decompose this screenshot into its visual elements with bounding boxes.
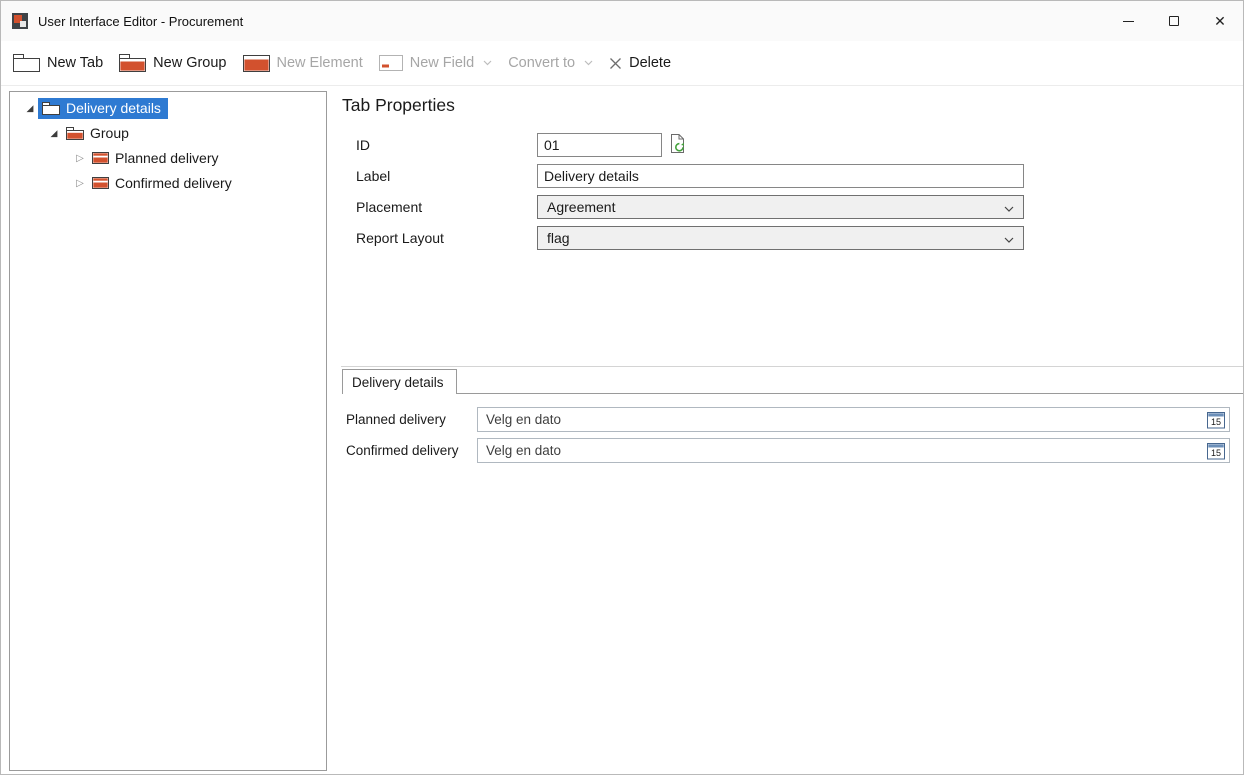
new-field-dropdown-icon: [483, 60, 492, 66]
convert-to-button: Convert to: [508, 55, 593, 71]
date-placeholder: Velg en dato: [486, 412, 561, 427]
confirmed-delivery-label: Confirmed delivery: [341, 443, 477, 458]
placement-label: Placement: [356, 199, 537, 215]
calendar-icon[interactable]: 15: [1207, 442, 1226, 460]
new-group-label: New Group: [153, 55, 226, 71]
tab-node-icon: [42, 102, 60, 115]
delete-button[interactable]: Delete: [609, 55, 671, 71]
app-logo-icon: [11, 12, 29, 30]
label-label: Label: [356, 168, 537, 184]
tree-item-label: Group: [90, 125, 129, 141]
group-node-icon: [66, 127, 84, 140]
id-label: ID: [356, 137, 537, 153]
tree-node[interactable]: Planned delivery: [88, 148, 226, 169]
new-element-label: New Element: [277, 55, 363, 71]
expander-expanded-icon[interactable]: ◢: [46, 128, 62, 139]
tree-item-planned-delivery[interactable]: ▷ Planned delivery: [10, 146, 326, 171]
svg-text:15: 15: [1211, 447, 1221, 457]
delete-label: Delete: [629, 55, 671, 71]
element-node-icon: [92, 152, 109, 164]
tree-item-group[interactable]: ◢ Group: [10, 121, 326, 146]
convert-to-label: Convert to: [508, 55, 575, 71]
expander-expanded-icon[interactable]: ◢: [22, 103, 38, 114]
planned-delivery-label: Planned delivery: [341, 412, 477, 427]
tree-node[interactable]: Group: [62, 123, 136, 144]
svg-text:15: 15: [1211, 416, 1221, 426]
calendar-icon[interactable]: 15: [1207, 411, 1226, 429]
tree-node-selected[interactable]: Delivery details: [38, 98, 168, 119]
report-layout-label: Report Layout: [356, 230, 537, 246]
tree-item-label: Delivery details: [66, 100, 161, 116]
element-node-icon: [92, 177, 109, 189]
chevron-down-icon: [1004, 199, 1014, 215]
title-bar: User Interface Editor - Procurement ✕: [1, 1, 1243, 41]
new-element-button: New Element: [243, 55, 363, 72]
structure-tree-panel: ◢ Delivery details ◢: [9, 91, 327, 771]
tree-item-label: Confirmed delivery: [115, 175, 232, 191]
tree-item-confirmed-delivery[interactable]: ▷ Confirmed delivery: [10, 171, 326, 196]
preview-form: Planned delivery Velg en dato 15 Confirm…: [341, 407, 1230, 469]
new-element-icon: [243, 55, 270, 72]
property-row-report-layout: Report Layout flag: [356, 226, 1243, 250]
new-tab-button[interactable]: New Tab: [13, 54, 103, 72]
properties-panel: Tab Properties ID Label Placement: [341, 86, 1243, 774]
properties-heading: Tab Properties: [342, 95, 1243, 116]
maximize-button[interactable]: [1151, 1, 1197, 41]
label-input[interactable]: [537, 164, 1024, 188]
tree-item-delivery-details[interactable]: ◢ Delivery details: [10, 96, 326, 121]
window-title: User Interface Editor - Procurement: [38, 14, 1105, 29]
chevron-down-icon: [1004, 230, 1014, 246]
expander-collapsed-icon[interactable]: ▷: [72, 178, 88, 189]
property-row-id: ID: [356, 133, 1243, 157]
close-icon: ✕: [1214, 14, 1226, 28]
minimize-button[interactable]: [1105, 1, 1151, 41]
property-row-placement: Placement Agreement: [356, 195, 1243, 219]
maximize-icon: [1169, 16, 1179, 26]
tree-node[interactable]: Confirmed delivery: [88, 173, 239, 194]
preview-row-planned-delivery: Planned delivery Velg en dato 15: [341, 407, 1230, 432]
toolbar: New Tab New Group New Element: [1, 41, 1243, 86]
report-layout-value: flag: [547, 230, 570, 246]
copy-document-icon: [667, 133, 688, 157]
section-divider: [341, 366, 1243, 367]
tabstrip-line: [457, 393, 1243, 394]
date-placeholder: Velg en dato: [486, 443, 561, 458]
new-group-button[interactable]: New Group: [119, 54, 226, 72]
placement-value: Agreement: [547, 199, 615, 215]
placement-select[interactable]: Agreement: [537, 195, 1024, 219]
property-row-label: Label: [356, 164, 1243, 188]
convert-to-dropdown-icon: [584, 60, 593, 66]
new-field-icon: [379, 55, 403, 71]
tree-item-label: Planned delivery: [115, 150, 219, 166]
minimize-icon: [1123, 21, 1134, 22]
new-field-button: New Field: [379, 55, 492, 71]
generate-id-button[interactable]: [667, 133, 688, 157]
delete-icon: [609, 57, 622, 70]
expander-collapsed-icon[interactable]: ▷: [72, 153, 88, 164]
new-field-label: New Field: [410, 55, 474, 71]
close-button[interactable]: ✕: [1197, 1, 1243, 41]
preview-tab-label: Delivery details: [352, 375, 444, 390]
new-group-icon: [119, 54, 146, 72]
planned-delivery-date-input[interactable]: Velg en dato 15: [477, 407, 1230, 432]
id-input[interactable]: [537, 133, 662, 157]
new-tab-icon: [13, 54, 40, 72]
confirmed-delivery-date-input[interactable]: Velg en dato 15: [477, 438, 1230, 463]
app-window: User Interface Editor - Procurement ✕ Ne…: [0, 0, 1244, 775]
new-tab-label: New Tab: [47, 55, 103, 71]
preview-tab-delivery-details[interactable]: Delivery details: [342, 369, 457, 394]
preview-row-confirmed-delivery: Confirmed delivery Velg en dato 15: [341, 438, 1230, 463]
window-controls: ✕: [1105, 1, 1243, 41]
report-layout-select[interactable]: flag: [537, 226, 1024, 250]
